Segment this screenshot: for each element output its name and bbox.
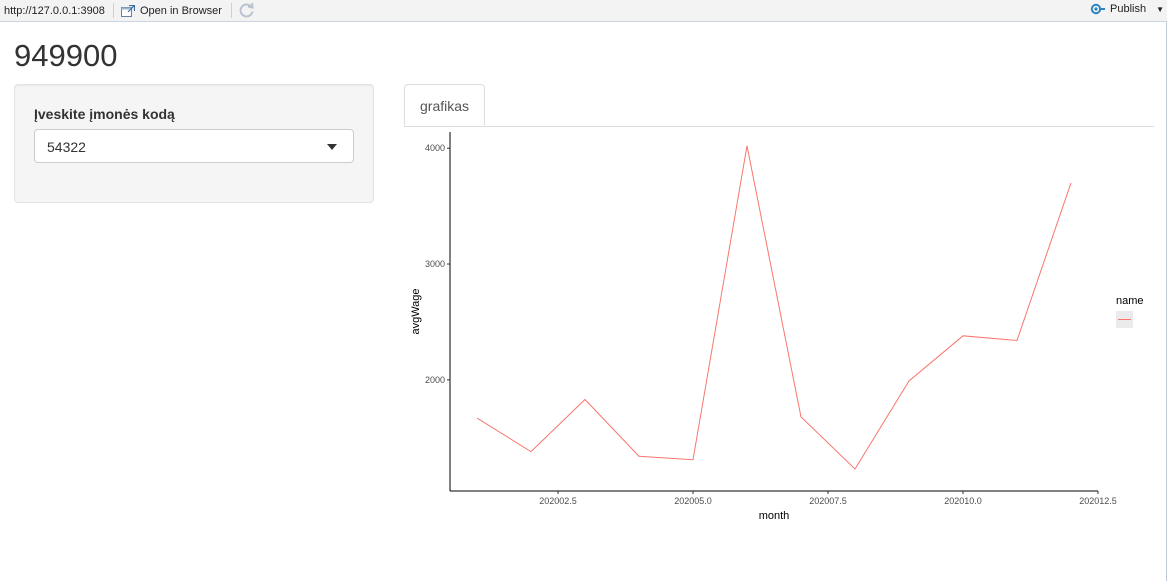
y-tick-label: 4000 [425, 143, 445, 153]
publish-button[interactable]: Publish ▼ [1088, 3, 1164, 15]
chart-marks [476, 145, 1072, 470]
company-code-select[interactable]: 54322 [34, 129, 354, 163]
page-title: 949900 [14, 38, 118, 73]
x-tick-label: 202005.0 [674, 496, 712, 506]
browser-icon [121, 5, 135, 17]
toolbar-divider [231, 3, 232, 18]
legend-title: name [1116, 295, 1144, 307]
x-tick-label: 202007.5 [809, 496, 847, 506]
selected-value: 54322 [47, 139, 86, 155]
wage-chart: 2000 3000 4000 202002.5 202005.0 202007.5 2020… [410, 132, 1144, 522]
chevron-down-icon[interactable]: ▼ [1156, 5, 1164, 14]
publish-icon [1090, 3, 1105, 15]
tab-grafikas[interactable]: grafikas [404, 84, 486, 126]
tabset: grafikas [404, 84, 1154, 127]
y-tick-label: 2000 [425, 375, 445, 385]
chevron-down-icon[interactable] [327, 144, 337, 150]
series-line [476, 145, 1072, 470]
y-axis-title: avgWage [410, 288, 422, 334]
x-tick-label: 202012.5 [1079, 496, 1117, 506]
x-tick-label: 202002.5 [539, 496, 577, 506]
x-tick-label: 202010.0 [944, 496, 982, 506]
company-code-label: Įveskite įmonės kodą [34, 106, 175, 122]
chart-legend: name [1116, 295, 1144, 328]
url-text: http://127.0.0.1:3908 [4, 5, 105, 17]
publish-label: Publish [1110, 3, 1147, 15]
sidebar-panel: Įveskite įmonės kodą 54322 [14, 84, 374, 203]
chart-axes: 2000 3000 4000 202002.5 202005.0 202007.5 2020… [410, 132, 1117, 522]
viewer-toolbar: http://127.0.0.1:3908 Open in Browser Pu… [0, 0, 1167, 22]
open-in-browser-label: Open in Browser [140, 5, 222, 17]
refresh-icon[interactable] [238, 2, 255, 19]
x-axis-title: month [759, 510, 790, 522]
y-tick-label: 3000 [425, 259, 445, 269]
toolbar-divider [113, 3, 114, 18]
open-in-browser-button[interactable]: Open in Browser [121, 3, 222, 19]
